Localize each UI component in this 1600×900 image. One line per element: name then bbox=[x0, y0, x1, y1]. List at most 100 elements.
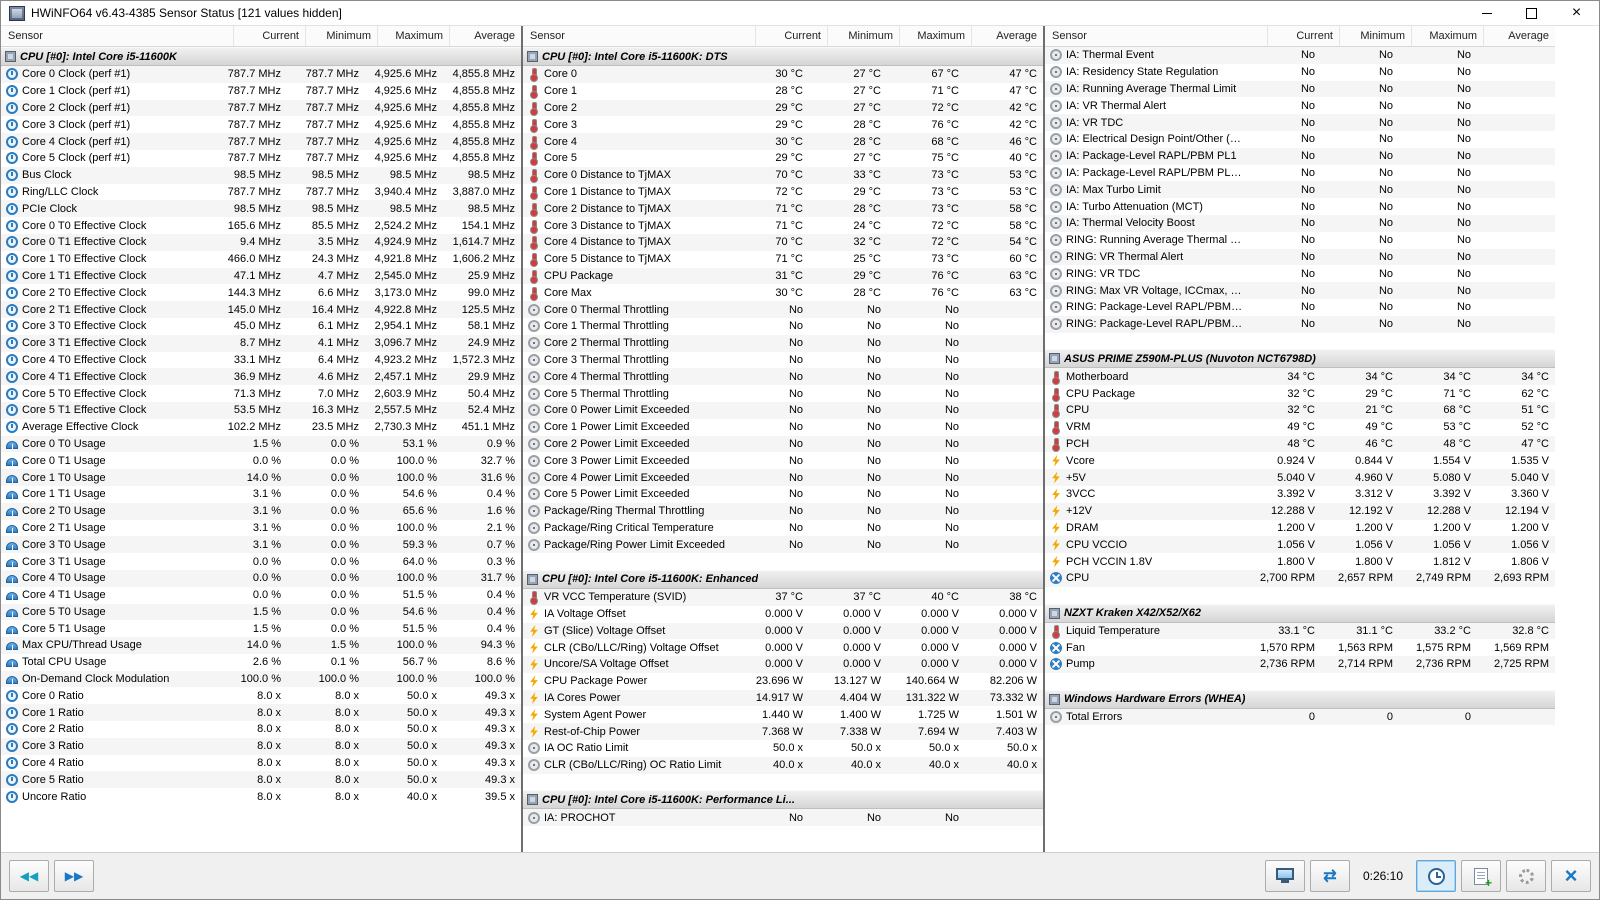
sensor-row[interactable]: RING: Max VR Voltage, ICCmax, PL4 No No No bbox=[1045, 282, 1555, 299]
sensor-group-header[interactable]: Windows Hardware Errors (WHEA) bbox=[1045, 689, 1555, 709]
sensor-row[interactable]: Core 2 Ratio 8.0 x 8.0 x 50.0 x 49.3 x bbox=[1, 721, 521, 738]
sensor-row[interactable]: Core 3 T1 Usage 0.0 % 0.0 % 64.0 % 0.3 % bbox=[1, 553, 521, 570]
sensor-row[interactable]: CPU 32 °C 21 °C 68 °C 51 °C bbox=[1045, 401, 1555, 419]
sensor-row[interactable]: Core 5 T0 Usage 1.5 % 0.0 % 54.6 % 0.4 % bbox=[1, 603, 521, 621]
sensor-row[interactable]: Core 5 29 °C 27 °C 75 °C 40 °C bbox=[523, 150, 1043, 167]
sensor-row[interactable]: IA: Package-Level RAPL/PBM PL1 No No No bbox=[1045, 147, 1555, 165]
sensor-row[interactable]: 3VCC 3.392 V 3.312 V 3.392 V 3.360 V bbox=[1045, 486, 1555, 503]
column-header-current[interactable]: Current bbox=[233, 26, 305, 46]
sensor-row[interactable]: RING: Running Average Thermal Limit No No N… bbox=[1045, 232, 1555, 249]
sensor-row[interactable]: CPU Package 31 °C 29 °C 76 °C 63 °C bbox=[523, 267, 1043, 285]
sensor-row[interactable]: Core 2 Thermal Throttling No No No bbox=[523, 334, 1043, 352]
sensor-row[interactable]: Core 0 T1 Usage 0.0 % 0.0 % 100.0 % 32.7 % bbox=[1, 452, 521, 469]
sensor-row[interactable]: Core 4 30 °C 28 °C 68 °C 46 °C bbox=[523, 133, 1043, 150]
sensor-row[interactable]: IA Cores Power 14.917 W 4.404 W 131.322 W 73… bbox=[523, 689, 1043, 707]
sensor-row[interactable]: IA: Turbo Attenuation (MCT) No No No bbox=[1045, 198, 1555, 215]
sensor-row[interactable]: Core 2 T1 Usage 3.1 % 0.0 % 100.0 % 2.1 % bbox=[1, 520, 521, 537]
column-header-average[interactable]: Average bbox=[1483, 26, 1555, 46]
sensor-row[interactable]: RING: Package-Level RAPL/PBM PL1 No No No bbox=[1045, 299, 1555, 316]
sensor-row[interactable]: Core 5 T1 Effective Clock 53.5 MHz 16.3 MH… bbox=[1, 401, 521, 419]
sensor-row[interactable]: Core 0 30 °C 27 °C 67 °C 47 °C bbox=[523, 66, 1043, 83]
sensor-row[interactable]: Core 5 T1 Usage 1.5 % 0.0 % 51.5 % 0.4 % bbox=[1, 620, 521, 637]
remote-monitoring-button[interactable] bbox=[1264, 860, 1305, 892]
sensor-row[interactable]: DRAM 1.200 V 1.200 V 1.200 V 1.200 V bbox=[1045, 520, 1555, 537]
sensor-row[interactable]: IA Voltage Offset 0.000 V 0.000 V 0.000 V 0.… bbox=[523, 606, 1043, 623]
sensor-row[interactable]: Bus Clock 98.5 MHz 98.5 MHz 98.5 MHz 98.5 MH… bbox=[1, 166, 521, 184]
sensor-row[interactable]: Uncore Ratio 8.0 x 8.0 x 40.0 x 39.5 x bbox=[1, 788, 521, 805]
maximize-button[interactable] bbox=[1509, 1, 1554, 25]
sensor-row[interactable]: Core 5 Thermal Throttling No No No bbox=[523, 385, 1043, 402]
sensor-row[interactable]: Core 1 28 °C 27 °C 71 °C 47 °C bbox=[523, 83, 1043, 100]
column-header-maximum[interactable]: Maximum bbox=[377, 26, 449, 46]
sensor-row[interactable]: +5V 5.040 V 4.960 V 5.080 V 5.040 V bbox=[1045, 469, 1555, 486]
column-header-sensor[interactable]: Sensor bbox=[1045, 26, 1267, 46]
column-header-minimum[interactable]: Minimum bbox=[1339, 26, 1411, 46]
sensor-row[interactable]: Core 2 T0 Usage 3.1 % 0.0 % 65.6 % 1.6 % bbox=[1, 502, 521, 520]
sensor-row[interactable]: Core 3 T0 Effective Clock 45.0 MHz 6.1 MHz… bbox=[1, 318, 521, 335]
sensor-row[interactable]: Uncore/SA Voltage Offset 0.000 V 0.000 V 0.… bbox=[523, 656, 1043, 673]
sensor-row[interactable]: CPU 2,700 RPM 2,657 RPM 2,749 RPM 2,693 RPM bbox=[1045, 569, 1555, 587]
sensor-row[interactable]: Pump 2,736 RPM 2,714 RPM 2,736 RPM 2,725 RPM bbox=[1045, 656, 1555, 673]
sensor-row[interactable]: Core 4 Power Limit Exceeded No No No bbox=[523, 469, 1043, 486]
sensor-row[interactable]: On-Demand Clock Modulation 100.0 % 100.0 %… bbox=[1, 670, 521, 688]
sensor-row[interactable]: Max CPU/Thread Usage 14.0 % 1.5 % 100.0 % 94… bbox=[1, 637, 521, 654]
sensor-row[interactable]: Core 4 Ratio 8.0 x 8.0 x 50.0 x 49.3 x bbox=[1, 755, 521, 772]
column-header-maximum[interactable]: Maximum bbox=[1411, 26, 1483, 46]
sensor-row[interactable]: Core 3 29 °C 28 °C 76 °C 42 °C bbox=[523, 116, 1043, 133]
sensor-row[interactable]: Package/Ring Critical Temperature No No No bbox=[523, 520, 1043, 537]
sensor-row[interactable]: IA: Thermal Velocity Boost No No No bbox=[1045, 214, 1555, 232]
sensor-row[interactable]: IA: VR TDC No No No bbox=[1045, 114, 1555, 131]
logging-clock-button[interactable] bbox=[1416, 860, 1456, 892]
sensor-group-header[interactable]: CPU [#0]: Intel Core i5-11600K: Enhanced bbox=[523, 569, 1043, 589]
sensor-row[interactable]: Core 3 Clock (perf #1) 787.7 MHz 787.7 MHz… bbox=[1, 116, 521, 133]
sensor-row[interactable]: Core 4 T0 Usage 0.0 % 0.0 % 100.0 % 31.7 % bbox=[1, 569, 521, 587]
sensor-row[interactable]: Core 0 Power Limit Exceeded No No No bbox=[523, 401, 1043, 419]
sensor-row[interactable]: Core 2 Power Limit Exceeded No No No bbox=[523, 435, 1043, 453]
sensor-row[interactable]: Core 2 29 °C 27 °C 72 °C 42 °C bbox=[523, 99, 1043, 117]
sensor-row[interactable]: Core 0 T1 Effective Clock 9.4 MHz 3.5 MHz 4… bbox=[1, 233, 521, 251]
column-header-maximum[interactable]: Maximum bbox=[899, 26, 971, 46]
sensor-row[interactable]: Core 2 Clock (perf #1) 787.7 MHz 787.7 MHz… bbox=[1, 99, 521, 117]
sensor-row[interactable]: Core 1 Power Limit Exceeded No No No bbox=[523, 419, 1043, 436]
sensor-row[interactable]: Package/Ring Power Limit Exceeded No No No bbox=[523, 536, 1043, 554]
sensor-row[interactable]: Core 1 T0 Usage 14.0 % 0.0 % 100.0 % 31.6 % bbox=[1, 469, 521, 486]
sensor-row[interactable]: Core Max 30 °C 28 °C 76 °C 63 °C bbox=[523, 284, 1043, 301]
sensor-group-header[interactable]: NZXT Kraken X42/X52/X62 bbox=[1045, 603, 1555, 623]
sensor-row[interactable]: Liquid Temperature 33.1 °C 31.1 °C 33.2 °C 3… bbox=[1045, 622, 1555, 640]
sensor-row[interactable]: IA OC Ratio Limit 50.0 x 50.0 x 50.0 x 50.0 … bbox=[523, 740, 1043, 757]
sensor-row[interactable]: IA: Residency State Regulation No No No bbox=[1045, 64, 1555, 81]
sensor-row[interactable]: RING: VR TDC No No No bbox=[1045, 265, 1555, 282]
sensor-row[interactable]: Core 2 Distance to TjMAX 71 °C 28 °C 73 °C 5… bbox=[523, 200, 1043, 218]
sensor-row[interactable]: Core 0 Ratio 8.0 x 8.0 x 50.0 x 49.3 x bbox=[1, 687, 521, 704]
nav-forward-button[interactable]: ▶ ▶ bbox=[54, 860, 94, 892]
sensor-row[interactable]: IA: Electrical Design Point/Other (ICCma… bbox=[1045, 131, 1555, 148]
close-sensors-button[interactable]: × bbox=[1551, 860, 1591, 892]
sensor-row[interactable]: Core 0 Clock (perf #1) 787.7 MHz 787.7 MHz… bbox=[1, 66, 521, 83]
refresh-sensors-button[interactable]: ⇄ bbox=[1309, 860, 1350, 892]
minimize-button[interactable] bbox=[1464, 1, 1509, 25]
sensor-row[interactable]: Core 1 Clock (perf #1) 787.7 MHz 787.7 MHz… bbox=[1, 83, 521, 100]
sensor-row[interactable]: Core 4 T1 Usage 0.0 % 0.0 % 51.5 % 0.4 % bbox=[1, 587, 521, 604]
sensor-row[interactable]: PCH 48 °C 46 °C 48 °C 47 °C bbox=[1045, 435, 1555, 453]
column-header-sensor[interactable]: Sensor bbox=[523, 26, 755, 46]
sensor-row[interactable]: PCH VCCIN 1.8V 1.800 V 1.800 V 1.812 V 1.806… bbox=[1045, 553, 1555, 570]
sensor-row[interactable]: IA: Running Average Thermal Limit No No No bbox=[1045, 80, 1555, 98]
sensor-row[interactable]: Core 3 Ratio 8.0 x 8.0 x 50.0 x 49.3 x bbox=[1, 737, 521, 755]
sensor-group-header[interactable]: CPU [#0]: Intel Core i5-11600K bbox=[1, 47, 521, 66]
sensor-row[interactable]: Core 1 Ratio 8.0 x 8.0 x 50.0 x 49.3 x bbox=[1, 704, 521, 722]
sensor-row[interactable]: Core 3 Power Limit Exceeded No No No bbox=[523, 452, 1043, 469]
sensor-row[interactable]: IA: Max Turbo Limit No No No bbox=[1045, 181, 1555, 199]
sensor-row[interactable]: Core 1 Distance to TjMAX 72 °C 29 °C 73 °C 5… bbox=[523, 184, 1043, 201]
sensor-row[interactable]: Core 1 T0 Effective Clock 466.0 MHz 24.3 M… bbox=[1, 251, 521, 268]
sensor-row[interactable]: Core 5 T0 Effective Clock 71.3 MHz 7.0 MHz… bbox=[1, 385, 521, 402]
sensor-row[interactable]: Core 3 T1 Effective Clock 8.7 MHz 4.1 MHz 3… bbox=[1, 334, 521, 352]
sensor-row[interactable]: System Agent Power 1.440 W 1.400 W 1.725 W 1… bbox=[523, 706, 1043, 723]
sensor-row[interactable]: CLR (CBo/LLC/Ring) Voltage Offset 0.000 V… bbox=[523, 639, 1043, 656]
column-header-average[interactable]: Average bbox=[449, 26, 521, 46]
sensor-row[interactable]: CPU VCCIO 1.056 V 1.056 V 1.056 V 1.056 V bbox=[1045, 536, 1555, 554]
sensor-row[interactable]: Core 5 Clock (perf #1) 787.7 MHz 787.7 MHz… bbox=[1, 150, 521, 167]
sensor-row[interactable]: Fan 1,570 RPM 1,563 RPM 1,575 RPM 1,569 RPM bbox=[1045, 639, 1555, 656]
column-header-average[interactable]: Average bbox=[971, 26, 1043, 46]
sensor-row[interactable]: Core 0 Thermal Throttling No No No bbox=[523, 301, 1043, 318]
close-button[interactable]: × bbox=[1554, 1, 1599, 25]
